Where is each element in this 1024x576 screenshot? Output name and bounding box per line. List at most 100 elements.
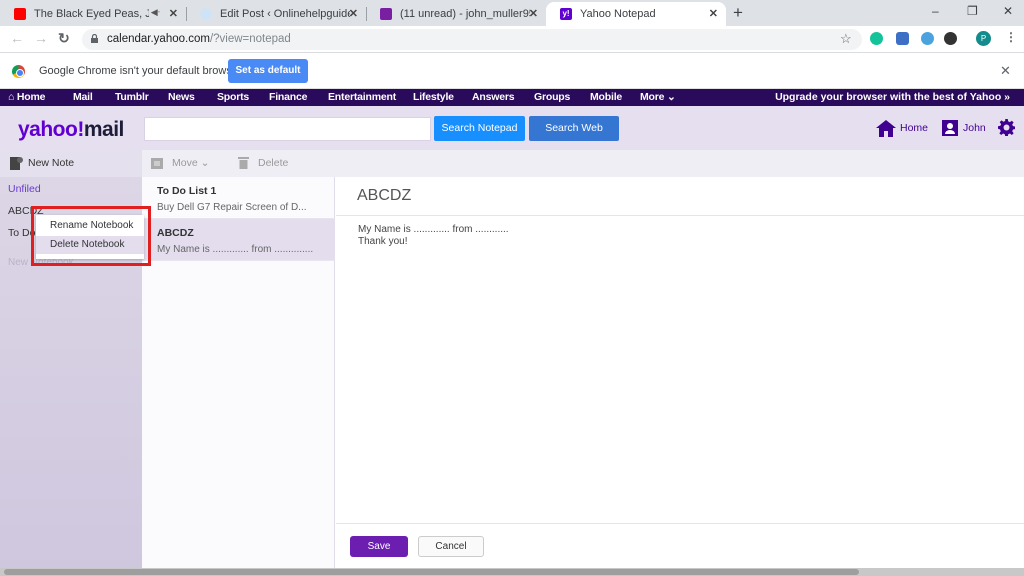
note-title: ABCDZ bbox=[157, 227, 194, 239]
trash-icon bbox=[238, 157, 249, 169]
note-body-line: Thank you! bbox=[358, 236, 408, 247]
chevron-down-icon: ⌄ bbox=[667, 91, 676, 103]
minimize-icon[interactable]: – bbox=[932, 4, 939, 18]
nav-more[interactable]: More ⌄ bbox=[640, 91, 676, 103]
new-tab-button[interactable]: + bbox=[733, 3, 743, 23]
note-snippet: My Name is ............. from ..........… bbox=[157, 244, 314, 255]
extension-icon[interactable] bbox=[944, 32, 957, 45]
nav-entertainment[interactable]: Entertainment bbox=[328, 91, 396, 103]
note-body-line: My Name is ............. from ..........… bbox=[358, 224, 509, 235]
delete-button[interactable]: Delete bbox=[258, 157, 288, 169]
nav-groups[interactable]: Groups bbox=[534, 91, 570, 103]
logo-mail: mail bbox=[83, 118, 125, 141]
url-path: /?view=notepad bbox=[209, 33, 291, 45]
notepad-action-bar: New Note Move ⌄ Delete bbox=[0, 150, 1024, 177]
editor-footer: Save Cancel bbox=[336, 523, 1024, 568]
note-title: To Do List 1 bbox=[157, 185, 217, 197]
note-editor: ABCDZ My Name is ............. from ....… bbox=[336, 177, 1024, 568]
infobar-message: Google Chrome isn't your default browser bbox=[39, 65, 242, 77]
extension-icon[interactable] bbox=[921, 32, 934, 45]
new-note-button[interactable]: New Note bbox=[28, 157, 74, 169]
address-bar[interactable]: calendar.yahoo.com/?view=notepad ☆ bbox=[82, 29, 862, 50]
home-icon: ⌂ bbox=[8, 91, 15, 103]
extension-icon[interactable] bbox=[896, 32, 909, 45]
profile-avatar[interactable]: P bbox=[976, 31, 991, 46]
browser-tab-strip: The Black Eyed Peas, J Balvin ◀ᐧ ✕ Edit … bbox=[0, 0, 1024, 26]
home-link[interactable]: Home bbox=[900, 122, 928, 134]
nav-lifestyle[interactable]: Lifestyle bbox=[413, 91, 454, 103]
chrome-logo-icon bbox=[12, 65, 25, 78]
note-item[interactable]: To Do List 1 Buy Dell G7 Repair Screen o… bbox=[142, 177, 335, 219]
tab-title: Yahoo Notepad bbox=[580, 8, 656, 20]
move-button[interactable]: Move ⌄ bbox=[172, 157, 209, 169]
wordpress-icon bbox=[200, 8, 212, 20]
notes-list: To Do List 1 Buy Dell G7 Repair Screen o… bbox=[142, 177, 335, 568]
close-tab-icon[interactable]: ✕ bbox=[169, 7, 178, 20]
nav-label: More bbox=[640, 91, 665, 103]
infobar-close-icon[interactable]: ✕ bbox=[1000, 63, 1011, 79]
user-icon[interactable] bbox=[942, 120, 958, 136]
search-web-button[interactable]: Search Web bbox=[529, 116, 619, 141]
tab-title: The Black Eyed Peas, J Balvin bbox=[34, 8, 149, 20]
back-icon[interactable]: ← bbox=[10, 30, 24, 46]
search-notepad-button[interactable]: Search Notepad bbox=[434, 116, 525, 141]
yahoo-mail-header: yahoo!mail Search Notepad Search Web Hom… bbox=[0, 106, 1024, 150]
yahoo-icon: y! bbox=[560, 8, 572, 20]
bookmark-star-icon[interactable]: ☆ bbox=[840, 31, 852, 47]
lock-icon bbox=[91, 34, 98, 43]
chrome-menu-icon[interactable]: ⋮ bbox=[1005, 30, 1017, 44]
browser-tab-yahoo-mail[interactable]: (11 unread) - john_muller95@ya ✕ bbox=[366, 2, 546, 26]
url-text: calendar.yahoo.com/?view=notepad bbox=[107, 33, 291, 45]
note-snippet: Buy Dell G7 Repair Screen of D... bbox=[157, 202, 307, 213]
forward-icon[interactable]: → bbox=[34, 30, 48, 46]
new-note-icon bbox=[10, 157, 23, 170]
set-as-default-button[interactable]: Set as default bbox=[228, 59, 308, 83]
nav-tumblr[interactable]: Tumblr bbox=[115, 91, 149, 103]
horizontal-scrollbar[interactable] bbox=[0, 568, 1024, 576]
note-item-selected[interactable]: ABCDZ My Name is ............. from ....… bbox=[142, 219, 335, 261]
annotation-highlight-box bbox=[31, 206, 151, 266]
yahoo-mail-logo[interactable]: yahoo!mail bbox=[18, 118, 124, 142]
nav-answers[interactable]: Answers bbox=[472, 91, 515, 103]
user-name[interactable]: John bbox=[963, 122, 986, 134]
upgrade-browser-link[interactable]: Upgrade your browser with the best of Ya… bbox=[775, 91, 1010, 103]
notebook-unfiled[interactable]: Unfiled bbox=[8, 183, 41, 195]
home-icon[interactable] bbox=[876, 120, 896, 137]
yahoo-mail-icon bbox=[380, 8, 392, 20]
default-browser-infobar: Google Chrome isn't your default browser… bbox=[0, 54, 1024, 89]
tab-title: Edit Post ‹ Onlinehelpguide — W bbox=[220, 8, 350, 20]
save-button[interactable]: Save bbox=[350, 536, 408, 557]
close-tab-icon[interactable]: ✕ bbox=[529, 7, 538, 20]
nav-home[interactable]: ⌂ Home bbox=[8, 91, 45, 103]
folder-icon bbox=[151, 158, 163, 169]
close-tab-icon[interactable]: ✕ bbox=[349, 7, 358, 20]
nav-sports[interactable]: Sports bbox=[217, 91, 249, 103]
note-body[interactable]: My Name is ............. from ..........… bbox=[358, 224, 509, 248]
window-close-icon[interactable]: ✕ bbox=[1003, 4, 1013, 18]
nav-mobile[interactable]: Mobile bbox=[590, 91, 622, 103]
nav-finance[interactable]: Finance bbox=[269, 91, 307, 103]
scrollbar-thumb[interactable] bbox=[4, 569, 859, 575]
nav-mail[interactable]: Mail bbox=[73, 91, 93, 103]
nav-label: Home bbox=[16, 91, 46, 103]
url-host: calendar.yahoo.com bbox=[107, 33, 210, 45]
close-tab-icon[interactable]: ✕ bbox=[709, 7, 718, 20]
audio-icon[interactable]: ◀ᐧ bbox=[151, 7, 160, 18]
gear-icon[interactable] bbox=[998, 119, 1015, 136]
note-title-text: ABCDZ bbox=[357, 187, 412, 204]
logo-yahoo: yahoo! bbox=[18, 118, 84, 141]
youtube-icon bbox=[14, 8, 26, 20]
move-label: Move bbox=[172, 157, 198, 169]
browser-tab-yahoo-notepad[interactable]: y! Yahoo Notepad ✕ bbox=[546, 2, 726, 26]
restore-icon[interactable]: ❐ bbox=[967, 4, 978, 18]
cancel-button[interactable]: Cancel bbox=[418, 536, 484, 557]
reload-icon[interactable]: ↻ bbox=[58, 30, 70, 47]
new-note-area: New Note bbox=[0, 150, 142, 177]
yahoo-top-nav: ⌂ Home Mail Tumblr News Sports Finance E… bbox=[0, 89, 1024, 106]
browser-tab-youtube[interactable]: The Black Eyed Peas, J Balvin ◀ᐧ ✕ bbox=[0, 2, 186, 26]
nav-news[interactable]: News bbox=[168, 91, 195, 103]
search-input[interactable] bbox=[144, 117, 431, 141]
note-title-field[interactable]: ABCDZ bbox=[336, 177, 1024, 216]
grammarly-extension-icon[interactable] bbox=[870, 32, 883, 45]
browser-tab-wordpress[interactable]: Edit Post ‹ Onlinehelpguide — W ✕ bbox=[186, 2, 366, 26]
